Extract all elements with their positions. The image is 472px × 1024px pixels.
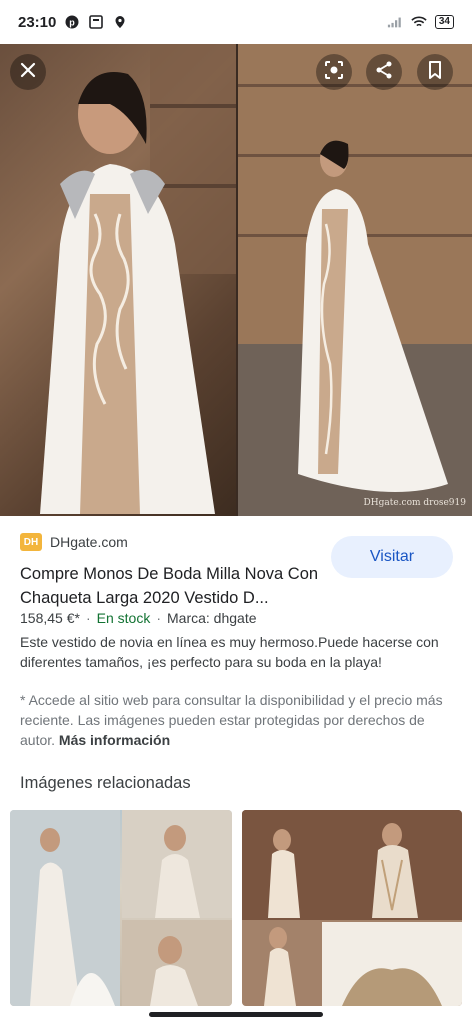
status-time: 23:10 bbox=[18, 13, 57, 31]
related-heading: Imágenes relacionadas bbox=[20, 774, 191, 792]
watermark-text: DHgate.com drose919 bbox=[363, 498, 466, 508]
dhgate-favicon-icon: DH bbox=[20, 533, 42, 551]
battery-icon: 34 bbox=[434, 15, 454, 29]
lens-icon bbox=[324, 60, 344, 85]
availability: En stock bbox=[96, 610, 151, 626]
brand: Marca: dhgate bbox=[167, 610, 257, 626]
signal-icon bbox=[387, 14, 403, 30]
gesture-nav-bar[interactable] bbox=[149, 1012, 323, 1017]
share-icon bbox=[374, 60, 394, 85]
svg-text:p: p bbox=[70, 18, 76, 28]
result-title[interactable]: Compre Monos De Boda Milla Nova Con Chaq… bbox=[20, 562, 320, 610]
separator-dot: · bbox=[85, 610, 91, 626]
close-button[interactable] bbox=[10, 54, 46, 90]
result-meta: 158,45 €* · En stock · Marca: dhgate bbox=[20, 610, 257, 626]
related-image-2[interactable] bbox=[242, 810, 462, 1006]
wifi-icon bbox=[411, 14, 427, 30]
notification-icon bbox=[88, 14, 104, 30]
location-icon bbox=[112, 14, 128, 30]
source-name: DHgate.com bbox=[50, 534, 128, 550]
lens-button[interactable] bbox=[316, 54, 352, 90]
related-images-grid bbox=[10, 810, 462, 1006]
share-button[interactable] bbox=[366, 54, 402, 90]
close-icon bbox=[20, 62, 36, 83]
image-viewer[interactable]: DHgate.com drose919 bbox=[0, 44, 472, 516]
dress-photo-closeup bbox=[0, 44, 236, 516]
result-description: Este vestido de novia en línea es muy he… bbox=[20, 634, 439, 670]
separator-dot: · bbox=[156, 610, 161, 626]
result-card: DH DHgate.com Visitar Compre Monos De Bo… bbox=[20, 532, 460, 748]
price: 158,45 €* bbox=[20, 610, 80, 626]
more-info-link[interactable]: Más información bbox=[59, 732, 170, 748]
bookmark-icon bbox=[427, 60, 443, 84]
dress-photo-full: DHgate.com drose919 bbox=[238, 44, 472, 516]
pinterest-icon: p bbox=[64, 14, 80, 30]
disclaimer: * Accede al sitio web para consultar la … bbox=[20, 690, 460, 750]
related-image-1[interactable] bbox=[10, 810, 232, 1006]
status-bar: 23:10 p 34 bbox=[0, 0, 472, 44]
bookmark-button[interactable] bbox=[417, 54, 453, 90]
visit-button[interactable]: Visitar bbox=[331, 536, 453, 578]
